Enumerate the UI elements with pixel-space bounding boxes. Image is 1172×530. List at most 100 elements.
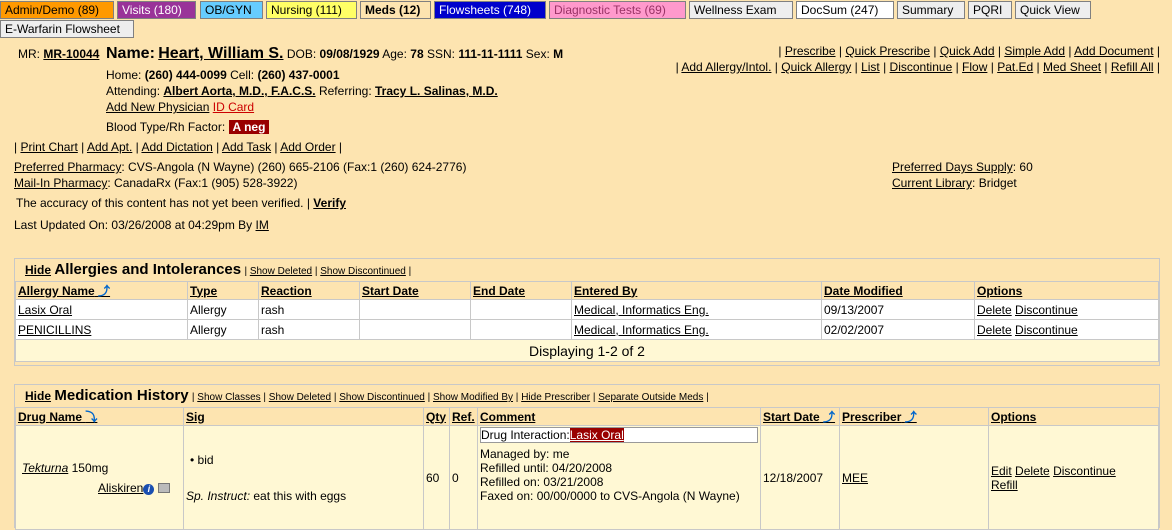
tab-diagnostic-tests[interactable]: Diagnostic Tests (69) <box>549 1 686 19</box>
current-library-link[interactable]: Current Library <box>892 176 972 190</box>
mr-number-link[interactable]: MR-10044 <box>43 47 99 61</box>
header-discontinue-link[interactable]: Discontinue <box>890 60 953 74</box>
col-date-modified[interactable]: Date Modified <box>821 281 975 300</box>
allergies-show-discontinued-link[interactable]: Show Discontinued <box>320 266 406 277</box>
tab-meds[interactable]: Meds (12) <box>360 1 431 19</box>
medication-section-links: | Show Classes | Show Deleted | Show Dis… <box>191 392 709 403</box>
hide-prescriber-link[interactable]: Hide Prescriber <box>521 392 590 403</box>
delete-link[interactable]: Delete <box>977 323 1012 337</box>
header-add-allergy-intol-link[interactable]: Add Allergy/Intol. <box>681 60 771 74</box>
preferred-days-supply-link[interactable]: Preferred Days Supply <box>892 160 1013 174</box>
col-prescriber[interactable]: Prescriber ⤴ <box>839 407 989 426</box>
refilled-on: Refilled on: 03/21/2008 <box>480 475 604 489</box>
drug-dose: 150mg <box>71 460 109 475</box>
med-show-deleted-link[interactable]: Show Deleted <box>269 392 331 403</box>
action-print-chart-link[interactable]: Print Chart <box>20 140 77 154</box>
action-add-order-link[interactable]: Add Order <box>280 140 335 154</box>
special-instruct-label: Sp. Instruct: <box>186 488 251 503</box>
col-start-date[interactable]: Start Date <box>359 281 471 300</box>
allergies-header: Hide Allergies and Intolerances | Show D… <box>25 261 411 278</box>
attending-physician-link[interactable]: Albert Aorta, M.D., F.A.C.S. <box>163 84 315 98</box>
delete-link[interactable]: Delete <box>1015 464 1050 478</box>
col-comment[interactable]: Comment <box>477 407 761 426</box>
col-start-date[interactable]: Start Date ⤴ <box>760 407 840 426</box>
id-card-link[interactable]: ID Card <box>213 100 254 114</box>
generic-name-link[interactable]: Aliskiren <box>98 481 143 495</box>
tab-summary[interactable]: Summary <box>897 1 965 19</box>
tab-nursing[interactable]: Nursing (111) <box>266 1 357 19</box>
action-add-apt-link[interactable]: Add Apt. <box>87 140 132 154</box>
tab-visits[interactable]: Visits (180) <box>117 1 196 19</box>
action-add-task-link[interactable]: Add Task <box>222 140 271 154</box>
medication-title: Medication History <box>54 387 189 404</box>
header-quick-allergy-link[interactable]: Quick Allergy <box>781 60 851 74</box>
drug-name-link[interactable]: Tekturna <box>22 461 68 475</box>
allergies-show-deleted-link[interactable]: Show Deleted <box>250 266 312 277</box>
preferred-pharmacy-link[interactable]: Preferred Pharmacy <box>14 160 121 174</box>
discontinue-link[interactable]: Discontinue <box>1053 464 1116 478</box>
blood-type-label: Blood Type/Rh Factor: <box>106 120 226 134</box>
last-updated-by-link[interactable]: IM <box>256 218 269 232</box>
header-prescribe-link[interactable]: Prescribe <box>785 44 836 58</box>
sort-up-icon: ⤴ <box>904 410 917 424</box>
tab-pqri[interactable]: PQRI <box>968 1 1012 19</box>
tab-flowsheets[interactable]: Flowsheets (748) <box>434 1 546 19</box>
show-modified-by-link[interactable]: Show Modified By <box>433 392 513 403</box>
info-icon[interactable]: i <box>143 483 155 495</box>
header-add-document-link[interactable]: Add Document <box>1074 44 1153 58</box>
action-add-dictation-link[interactable]: Add Dictation <box>141 140 212 154</box>
age-value: 78 <box>410 47 424 61</box>
mail-in-pharmacy-link[interactable]: Mail-In Pharmacy <box>14 176 107 190</box>
patient-name-link[interactable]: Heart, William S. <box>158 45 283 62</box>
sort-up-icon: ⤴ <box>98 284 111 298</box>
tab-wellness-exam[interactable]: Wellness Exam <box>689 1 793 19</box>
show-classes-link[interactable]: Show Classes <box>197 392 260 403</box>
header-quick-prescribe-link[interactable]: Quick Prescribe <box>845 44 930 58</box>
header-flow-link[interactable]: Flow <box>962 60 987 74</box>
medication-hide-link[interactable]: Hide <box>25 389 51 403</box>
patient-name-line: Name: Heart, William S. DOB: 09/08/1929 … <box>106 45 563 63</box>
verify-link[interactable]: Verify <box>313 196 346 210</box>
col-allergy-name[interactable]: Allergy Name ⤴ <box>15 281 188 300</box>
prescriber-link[interactable]: MEE <box>842 471 868 485</box>
header-simple-add-link[interactable]: Simple Add <box>1004 44 1065 58</box>
tab-quick-view[interactable]: Quick View <box>1015 1 1091 19</box>
col-ref[interactable]: Ref. <box>449 407 478 426</box>
med-show-discontinued-link[interactable]: Show Discontinued <box>339 392 425 403</box>
allergy-modified: 02/02/2007 <box>821 319 975 340</box>
referring-physician-link[interactable]: Tracy L. Salinas, M.D. <box>375 84 498 98</box>
col-sig[interactable]: Sig <box>183 407 424 426</box>
allergies-hide-link[interactable]: Hide <box>25 263 51 277</box>
header-med-sheet-link[interactable]: Med Sheet <box>1043 60 1101 74</box>
col-drug-name[interactable]: Drug Name ⤵ <box>15 407 184 426</box>
entered-by-link[interactable]: Medical, Informatics Eng. <box>574 303 709 317</box>
allergy-name-link[interactable]: Lasix Oral <box>18 303 72 317</box>
col-qty[interactable]: Qty <box>423 407 450 426</box>
add-new-physician-link[interactable]: Add New Physician <box>106 100 209 114</box>
header-list-link[interactable]: List <box>861 60 880 74</box>
edit-link[interactable]: Edit <box>991 464 1012 478</box>
discontinue-link[interactable]: Discontinue <box>1015 323 1078 337</box>
col-entered-by[interactable]: Entered By <box>571 281 822 300</box>
tab-ob-gyn[interactable]: OB/GYN <box>200 1 263 19</box>
header-quick-add-link[interactable]: Quick Add <box>940 44 995 58</box>
sex-label: Sex: <box>525 47 550 61</box>
drug-interaction-link[interactable]: Lasix Oral <box>569 428 624 442</box>
physician-line: Attending: Albert Aorta, M.D., F.A.C.S. … <box>106 84 498 98</box>
header-pat-ed-link[interactable]: Pat.Ed <box>997 60 1033 74</box>
entered-by-link[interactable]: Medical, Informatics Eng. <box>574 323 709 337</box>
separate-outside-meds-link[interactable]: Separate Outside Meds <box>598 392 703 403</box>
print-icon[interactable] <box>157 483 170 494</box>
tab-docsum[interactable]: DocSum (247) <box>796 1 894 19</box>
col-type[interactable]: Type <box>187 281 259 300</box>
tab-admin-demo[interactable]: Admin/Demo (89) <box>0 1 114 19</box>
header-refill-all-link[interactable]: Refill All <box>1111 60 1154 74</box>
allergy-name-link[interactable]: PENICILLINS <box>18 323 91 337</box>
col-end-date[interactable]: End Date <box>470 281 572 300</box>
tab-e-warfarin-flowsheet[interactable]: E-Warfarin Flowsheet <box>0 20 134 38</box>
home-phone: (260) 444-0099 <box>144 68 227 82</box>
delete-link[interactable]: Delete <box>977 303 1012 317</box>
col-reaction[interactable]: Reaction <box>258 281 360 300</box>
discontinue-link[interactable]: Discontinue <box>1015 303 1078 317</box>
refill-link[interactable]: Refill <box>991 478 1018 492</box>
